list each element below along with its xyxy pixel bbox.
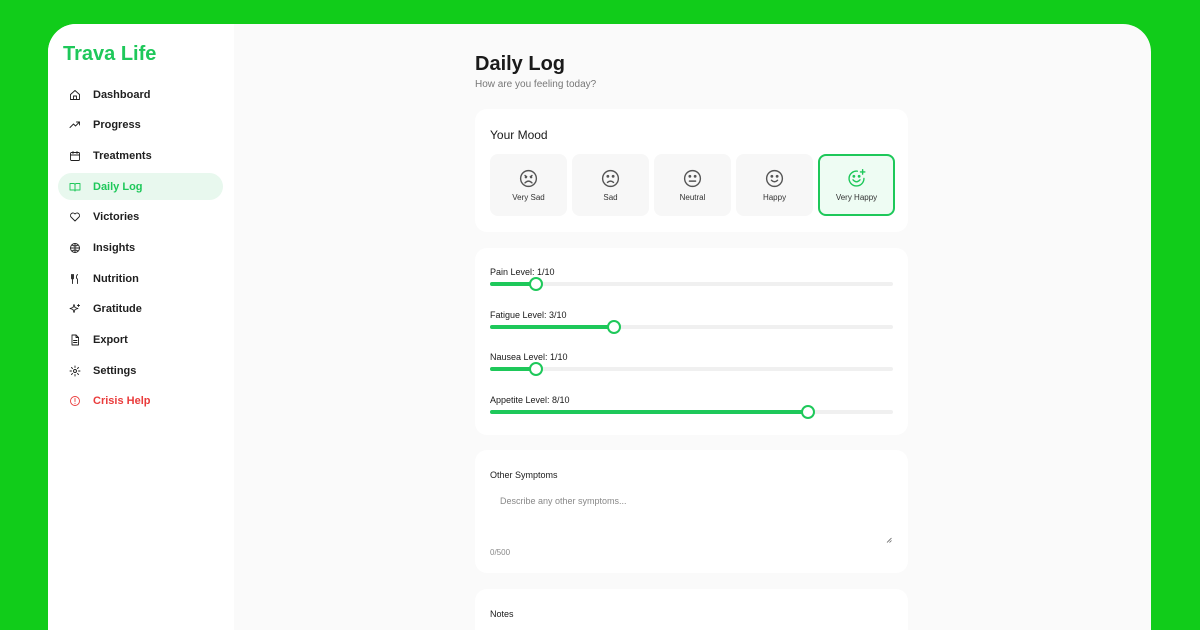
- sidebar-item-nutrition[interactable]: Nutrition: [58, 265, 223, 292]
- sad-face-icon: [600, 168, 621, 193]
- sidebar-item-insights[interactable]: Insights: [58, 234, 223, 261]
- nausea-level-thumb[interactable]: [528, 362, 543, 376]
- sidebar-item-progress[interactable]: Progress: [58, 112, 223, 139]
- alert-circle-icon: [69, 395, 81, 407]
- nausea-level-slider[interactable]: [490, 362, 893, 376]
- mood-option-label: Happy: [762, 193, 787, 202]
- mood-option-sad[interactable]: Sad: [572, 154, 649, 216]
- resize-grip-icon[interactable]: [886, 537, 892, 543]
- sidebar-item-gratitude[interactable]: Gratitude: [58, 296, 223, 323]
- gear-icon: [69, 365, 81, 377]
- mood-option-label: Very Sad: [512, 193, 545, 202]
- mood-card: Your Mood Very Sad Sad Neutral Happy Very Ha…: [475, 109, 908, 232]
- mood-option-neutral[interactable]: Neutral: [654, 154, 731, 216]
- sidebar-item-settings[interactable]: Settings: [58, 357, 223, 384]
- fatigue-level-fill: [490, 325, 614, 329]
- symptoms-card: Other Symptoms 0/500: [475, 450, 908, 573]
- mood-option-happy[interactable]: Happy: [736, 154, 813, 216]
- mood-card-title: Your Mood: [490, 128, 548, 142]
- sidebar-item-label: Crisis Help: [93, 395, 151, 408]
- sidebar-item-treatments[interactable]: Treatments: [58, 142, 223, 169]
- fatigue-level-thumb[interactable]: [606, 320, 621, 334]
- mood-options: Very Sad Sad Neutral Happy Very Happy: [490, 154, 895, 216]
- symptoms-char-counter: 0/500: [490, 548, 511, 557]
- brain-icon: [69, 242, 81, 254]
- pain-level-thumb[interactable]: [528, 277, 543, 291]
- sidebar-item-crisis-help[interactable]: Crisis Help: [58, 388, 223, 415]
- neutral-face-icon: [682, 168, 703, 193]
- app-window: Trava Life Dashboard Progress Treatments Da…: [48, 24, 1151, 630]
- sidebar-item-dashboard[interactable]: Dashboard: [58, 81, 223, 108]
- notes-card: Notes: [475, 589, 908, 630]
- symptoms-label: Other Symptoms: [490, 470, 558, 480]
- calendar-icon: [69, 150, 81, 162]
- mood-option-very-sad[interactable]: Very Sad: [490, 154, 567, 216]
- sidebar-item-label: Settings: [93, 364, 137, 377]
- utensils-icon: [69, 273, 81, 285]
- fatigue-level-label: Fatigue Level: 3/10: [490, 310, 567, 320]
- page-title: Daily Log: [475, 53, 566, 75]
- main-content: Daily Log How are you feeling today? You…: [234, 24, 1151, 630]
- sidebar-item-label: Nutrition: [93, 272, 139, 285]
- heart-icon: [69, 211, 81, 223]
- trending-up-icon: [69, 119, 81, 131]
- very-happy-face-icon: [846, 168, 867, 193]
- appetite-level-fill: [490, 410, 809, 414]
- sidebar-item-label: Insights: [93, 241, 136, 254]
- page-subtitle: How are you feeling today?: [475, 79, 597, 90]
- levels-card: Pain Level: 1/10 Fatigue Level: 3/10 Nause…: [475, 248, 908, 435]
- sidebar-item-label: Progress: [93, 119, 141, 132]
- mood-option-label: Sad: [603, 193, 618, 202]
- appetite-level-thumb[interactable]: [801, 405, 816, 419]
- file-text-icon: [69, 334, 81, 346]
- nausea-level-label: Nausea Level: 1/10: [490, 352, 568, 362]
- mood-option-label: Very Happy: [835, 193, 878, 202]
- mood-option-label: Neutral: [679, 193, 706, 202]
- sidebar-item-label: Dashboard: [93, 88, 151, 101]
- sidebar-item-label: Daily Log: [93, 180, 143, 193]
- sidebar-item-label: Gratitude: [93, 303, 142, 316]
- sidebar-item-label: Export: [93, 334, 128, 346]
- sidebar-item-label: Victories: [93, 211, 140, 224]
- pain-level-label: Pain Level: 1/10: [490, 267, 555, 277]
- appetite-level-label: Appetite Level: 8/10: [490, 395, 570, 405]
- pain-level-slider[interactable]: [490, 277, 893, 291]
- sidebar-nav: Dashboard Progress Treatments Daily Log Vict…: [58, 81, 223, 419]
- appetite-level-slider[interactable]: [490, 405, 893, 419]
- home-icon: [69, 89, 81, 101]
- mood-option-very-happy[interactable]: Very Happy: [818, 154, 895, 216]
- sidebar-item-daily-log[interactable]: Daily Log: [58, 173, 223, 201]
- symptoms-textarea[interactable]: [490, 488, 893, 545]
- sidebar: Trava Life Dashboard Progress Treatments Da…: [48, 24, 234, 630]
- book-open-icon: [69, 181, 81, 193]
- happy-face-icon: [764, 168, 785, 193]
- sidebar-item-export[interactable]: Export: [58, 327, 223, 354]
- sparkles-icon: [69, 303, 81, 315]
- sidebar-item-victories[interactable]: Victories: [58, 204, 223, 231]
- brand-logo[interactable]: Trava Life: [63, 43, 156, 66]
- sidebar-item-label: Treatments: [93, 149, 152, 162]
- very-sad-face-icon: [518, 168, 539, 193]
- fatigue-level-slider[interactable]: [490, 320, 893, 334]
- notes-label: Notes: [490, 609, 514, 619]
